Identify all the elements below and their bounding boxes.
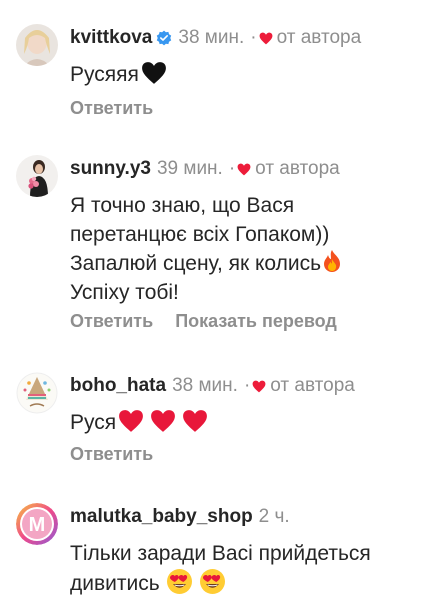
heart-icon xyxy=(237,163,251,175)
comment-line: Успіху тобі! xyxy=(70,281,179,304)
heart-icon xyxy=(252,380,266,392)
avatar[interactable] xyxy=(16,155,58,197)
separator: · xyxy=(243,375,251,396)
comment-text: Руся xyxy=(70,408,421,437)
comment-actions: Ответить xyxy=(70,98,153,119)
show-translation-button[interactable]: Показать перевод xyxy=(175,311,337,332)
liked-by-author-label: от автора xyxy=(270,375,355,396)
comment-header: malutka_baby_shop 2 ч. xyxy=(70,505,423,529)
username[interactable]: malutka_baby_shop xyxy=(70,505,253,529)
comment-text: Русяяя xyxy=(70,60,421,89)
timestamp: 2 ч. xyxy=(258,506,290,527)
comment-actions: Ответить Показать перевод xyxy=(70,311,337,332)
timestamp: 39 мин. xyxy=(156,158,223,179)
comment-text-content: Русяяя xyxy=(70,63,139,86)
red-heart-emoji xyxy=(151,410,176,432)
comment-actions: Ответить xyxy=(70,444,153,465)
red-heart-emoji xyxy=(183,410,208,432)
username[interactable]: sunny.y3 xyxy=(70,157,151,181)
heart-eyes-emoji xyxy=(166,569,192,594)
heart-eyes-emoji xyxy=(199,569,225,594)
avatar[interactable] xyxy=(16,372,58,414)
heart-icon xyxy=(259,32,272,44)
timestamp: 38 мин. xyxy=(172,375,238,396)
separator: · xyxy=(228,158,236,179)
comment-header: kvittkova 38 мин. · от автора xyxy=(70,26,423,50)
separator: · xyxy=(250,27,257,48)
red-heart-emoji xyxy=(119,410,144,432)
avatar[interactable] xyxy=(16,24,58,66)
comment-text: Я точно знаю, що Вася перетанцює всіх Го… xyxy=(70,191,421,307)
comment-line: Тільки заради Васі прийдеться xyxy=(70,542,371,565)
verified-badge-icon xyxy=(157,30,172,46)
username[interactable]: kvittkova xyxy=(70,26,152,50)
liked-by-author-label: от автора xyxy=(255,158,340,179)
comment-line-with-emoji: дивитись xyxy=(70,568,421,598)
fire-emoji xyxy=(324,250,341,272)
avatar[interactable]: M xyxy=(16,503,58,545)
comment-line: Я точно знаю, що Вася xyxy=(70,194,295,217)
comment-line: дивитись xyxy=(70,572,160,595)
comment-header: boho_hata 38 мин. · от автора xyxy=(70,374,423,398)
username[interactable]: boho_hata xyxy=(70,374,166,398)
comment-line: Запалюй сцену, як колись xyxy=(70,252,322,275)
comment-header: sunny.y3 39 мин. · от автора xyxy=(70,157,423,181)
comment-text: Тільки заради Васі прийдеться дивитись xyxy=(70,539,421,598)
liked-by-author-label: от автора xyxy=(276,27,362,48)
comment-line-with-emoji: Запалюй сцену, як колись xyxy=(70,249,421,278)
svg-text:M: M xyxy=(29,514,46,536)
timestamp: 38 мин. xyxy=(178,27,245,48)
reply-button[interactable]: Ответить xyxy=(70,311,153,332)
black-heart-emoji xyxy=(141,62,166,84)
reply-button[interactable]: Ответить xyxy=(70,444,153,465)
reply-button[interactable]: Ответить xyxy=(70,98,153,119)
comment-text-content: Руся xyxy=(70,411,117,434)
comment-line: перетанцює всіх Гопаком)) xyxy=(70,223,330,246)
